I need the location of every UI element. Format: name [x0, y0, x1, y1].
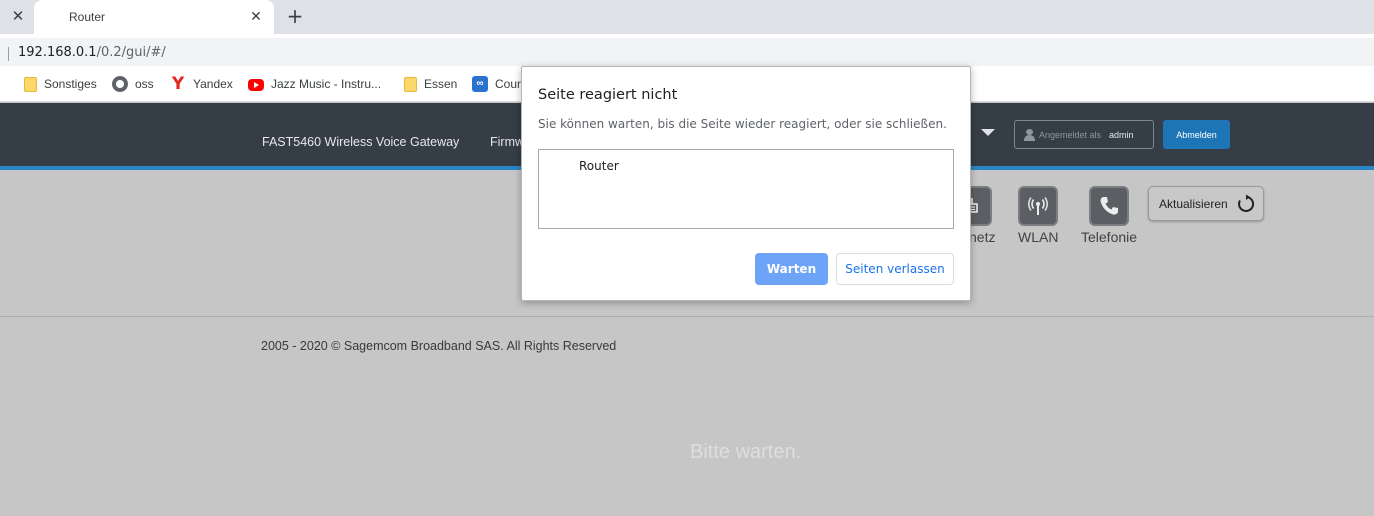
coursera-icon: ∞: [472, 76, 488, 92]
bookmark-label: oss: [135, 77, 154, 91]
phone-icon: [1100, 197, 1118, 215]
wifi-icon: [1028, 197, 1048, 215]
list-item: Router: [579, 159, 619, 173]
folder-icon: [404, 76, 417, 92]
dialog-message: Sie können warten, bis die Seite wieder …: [538, 117, 947, 131]
bookmark-coursera[interactable]: ∞ Cour: [472, 75, 521, 93]
bookmark-sonstiges[interactable]: Sonstiges: [22, 75, 97, 93]
refresh-label: Aktualisieren: [1159, 196, 1228, 211]
wait-button[interactable]: Warten: [755, 253, 828, 285]
bookmark-yandex[interactable]: Y Yandex: [170, 75, 233, 93]
bookmark-jazz-music[interactable]: Jazz Music - Instru...: [248, 75, 381, 93]
youtube-icon: [248, 79, 264, 91]
close-icon[interactable]: ✕: [10, 8, 26, 24]
tab-title: Router: [69, 10, 106, 24]
login-status: Angemeldet als admin: [1014, 120, 1154, 149]
nav-label-heimnetz: netz: [969, 229, 996, 245]
leave-pages-button[interactable]: Seiten verlassen: [836, 253, 954, 285]
url-host: 192.168.0.1: [18, 45, 97, 60]
nav-telefonie-button[interactable]: [1089, 186, 1129, 226]
new-tab-icon[interactable]: +: [285, 5, 305, 27]
bookmark-label: Sonstiges: [44, 77, 97, 91]
refresh-button[interactable]: Aktualisieren: [1148, 186, 1264, 221]
login-user: admin: [1109, 129, 1134, 140]
loading-message: Bitte warten.: [690, 441, 802, 463]
chevron-down-icon[interactable]: [981, 129, 995, 136]
page-unresponsive-dialog: Seite reagiert nicht Sie können warten, …: [521, 66, 971, 301]
bookmark-label: Jazz Music - Instru...: [271, 77, 382, 91]
address-bar[interactable]: 192.168.0.1/0.2/gui/#/: [0, 38, 1374, 66]
nav-wlan-button[interactable]: [1018, 186, 1058, 226]
divider: [8, 47, 9, 61]
dialog-title: Seite reagiert nicht: [538, 87, 678, 103]
folder-icon: [24, 76, 37, 92]
tab-router[interactable]: Router ✕: [34, 0, 274, 34]
logout-button[interactable]: Abmelden: [1163, 120, 1230, 149]
yandex-icon: Y: [171, 74, 185, 94]
refresh-icon: [1237, 194, 1254, 212]
url-text[interactable]: 192.168.0.1/0.2/gui/#/: [18, 45, 166, 60]
bookmark-essen[interactable]: Essen: [402, 75, 457, 93]
bookmark-label: Cour: [495, 77, 522, 91]
bookmark-label: Essen: [424, 77, 458, 91]
product-name: FAST5460 Wireless Voice Gateway: [262, 135, 460, 149]
bookmark-label: Yandex: [193, 77, 233, 91]
url-path: /0.2/gui/#/: [96, 45, 166, 60]
unresponsive-pages-list: Router: [538, 149, 954, 229]
tab-strip: ✕ Router ✕ +: [0, 0, 1374, 34]
login-label: Angemeldet als: [1039, 129, 1102, 140]
nav-label-telefonie: Telefonie: [1081, 229, 1138, 245]
firmware-link[interactable]: Firmw: [490, 135, 524, 149]
bookmark-oss[interactable]: oss: [112, 75, 154, 93]
copyright-footer: 2005 - 2020 © Sagemcom Broadband SAS. Al…: [261, 339, 617, 353]
user-icon: [1024, 128, 1035, 141]
globe-icon: [112, 76, 128, 92]
browser-toolbar: 192.168.0.1/0.2/gui/#/: [0, 34, 1374, 66]
tab-close-icon[interactable]: ✕: [248, 9, 264, 25]
nav-label-wlan: WLAN: [1018, 229, 1059, 245]
